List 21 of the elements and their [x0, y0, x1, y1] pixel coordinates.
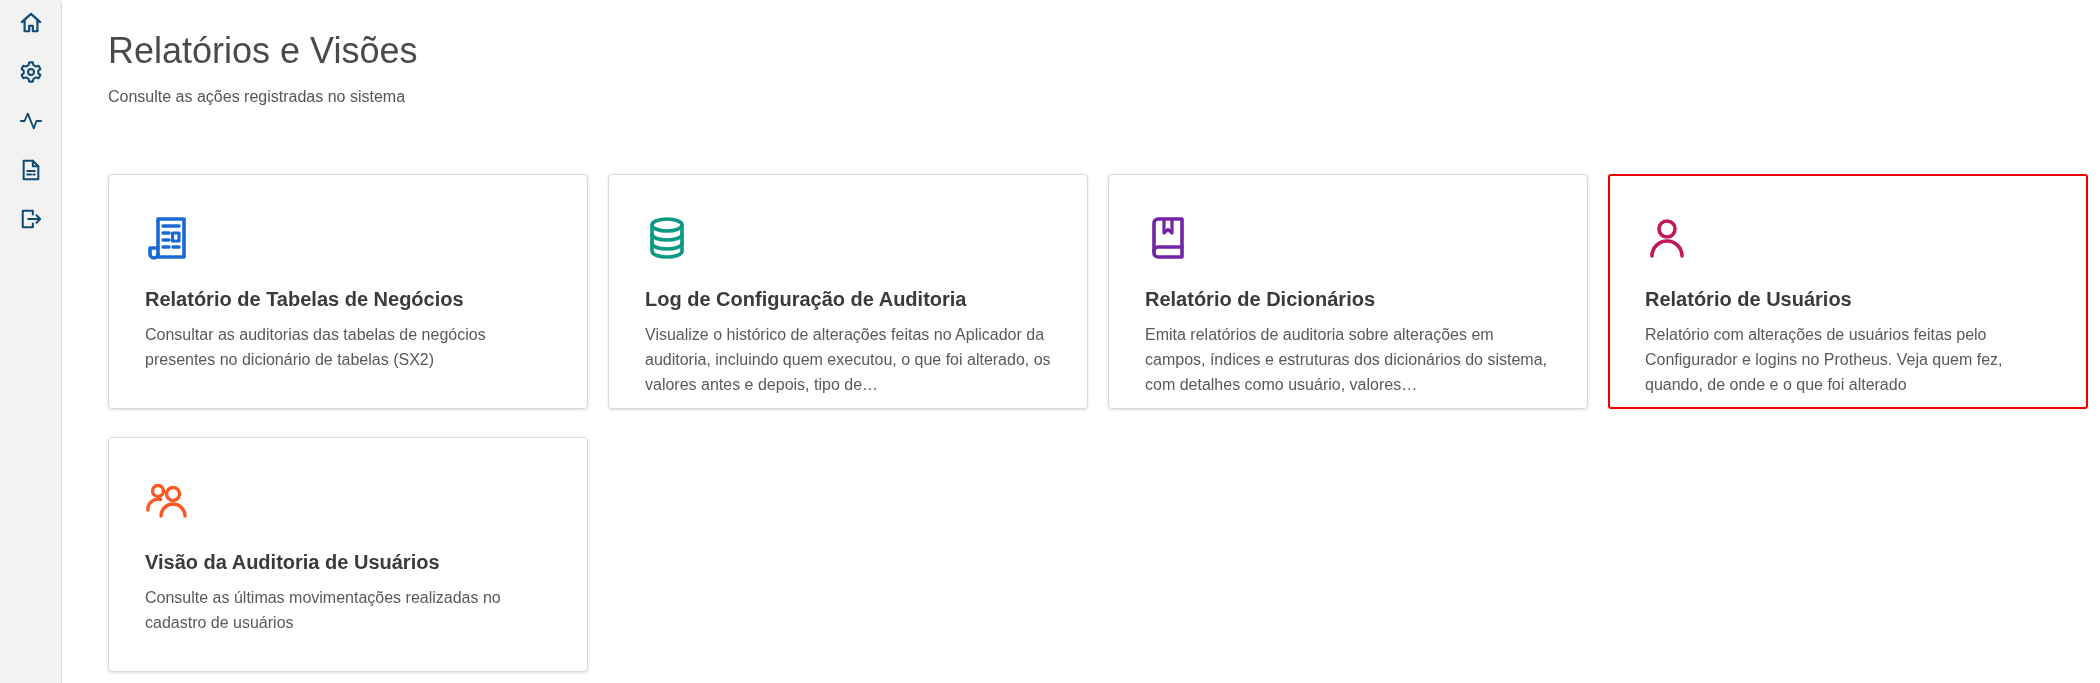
card-description: Consultar as auditorias das tabelas de negócios presentes no dicionário de tabelas (SX2) — [145, 325, 487, 370]
card-title: Relatório de Tabelas de Negócios — [145, 287, 465, 312]
card-title: Log de Configuração de Auditoria — [645, 287, 968, 312]
pulse-icon[interactable] — [19, 110, 42, 132]
report-card[interactable]: Log de Configuração de Auditoria Visualize o histórico de alterações feitas no Aplicador da auditoria, incluindo quem executou, o que foi alterado, os valores antes e depois, tipo de… — [608, 174, 1088, 409]
card-title: Relatório de Usuários — [1645, 287, 1853, 312]
card-title: Visão da Auditoria de Usuários — [145, 550, 441, 575]
card-title: Relatório de Dicionários — [1145, 287, 1377, 312]
page-subtitle: Consulte as ações registradas no sistema — [108, 87, 407, 107]
report-card[interactable]: Visão da Auditoria de Usuários Consulte as últimas movimentações realizadas no cadastro de usuários — [108, 437, 588, 672]
report-card[interactable]: Relatório de Tabelas de Negócios Consultar as auditorias das tabelas de negócios presentes no dicionário de tabelas (SX2) — [108, 174, 588, 409]
settings-icon[interactable] — [19, 61, 42, 83]
page-title: Relatórios e Visões — [108, 29, 419, 73]
home-icon[interactable] — [19, 12, 42, 34]
card-description: Relatório com alterações de usuários feitas pelo Configurador e logins no Protheus. Veja quem fez, quando, de onde e o que foi alterado — [1645, 325, 2004, 395]
report-card[interactable]: Relatório de Dicionários Emita relatórios de auditoria sobre alterações em campos, índices e estruturas dos dicionários do sistema, com detalhes como usuário, valores… — [1108, 174, 1588, 409]
logout-icon[interactable] — [19, 208, 42, 230]
card-description: Visualize o histórico de alterações feitas no Aplicador da auditoria, incluindo quem executou, o que foi alterado, os valores antes e depois, tipo de… — [645, 325, 1051, 395]
card-description: Consulte as últimas movimentações realizadas no cadastro de usuários — [145, 588, 502, 633]
report-card[interactable]: Relatório de Usuários Relatório com alterações de usuários feitas pelo Configurador e logins no Protheus. Veja quem fez, quando, de onde e o que foi alterado — [1608, 174, 2088, 409]
card-description: Emita relatórios de auditoria sobre alterações em campos, índices e estruturas dos dicionários do sistema, com detalhes como usuário, valores… — [1145, 325, 1548, 395]
